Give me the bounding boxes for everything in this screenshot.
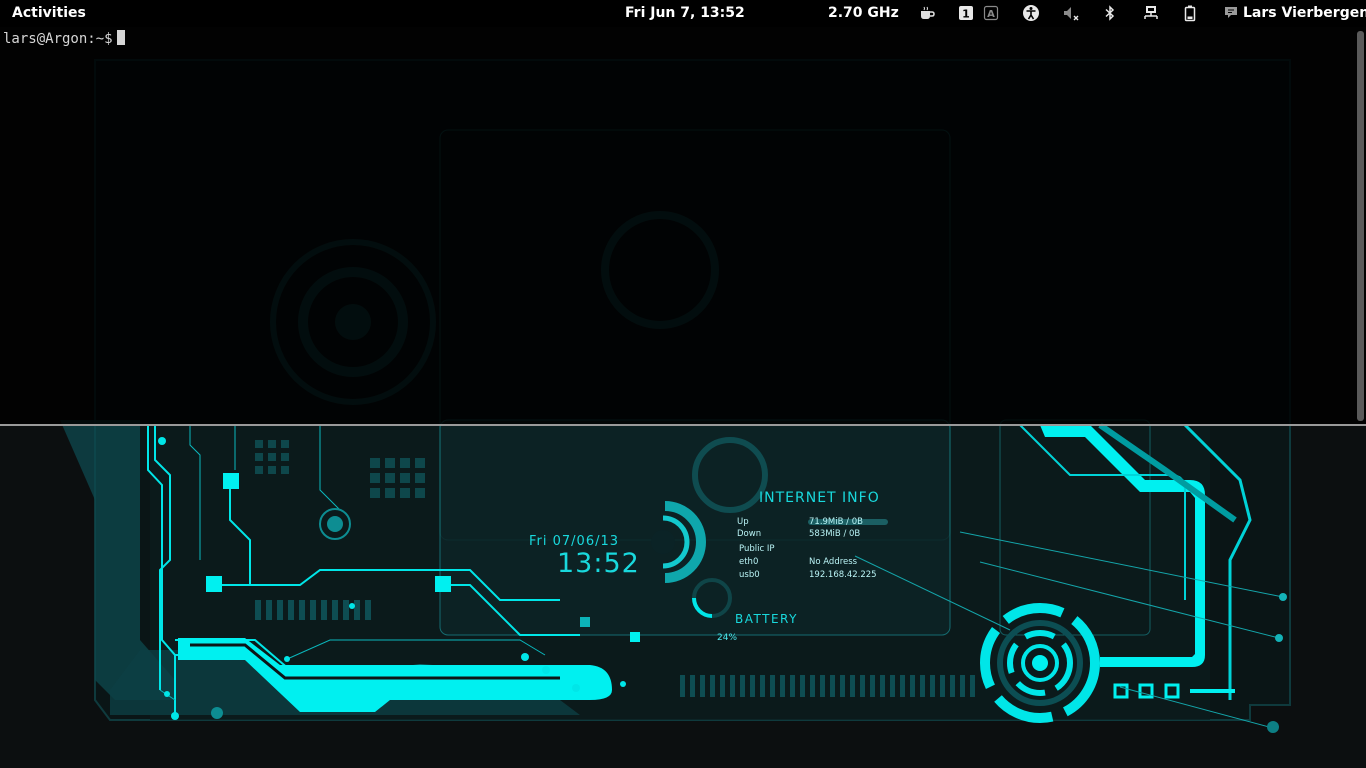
battery-icon[interactable] <box>1181 4 1199 22</box>
chat-status-icon <box>1224 5 1239 24</box>
battery-widget-title: BATTERY <box>735 612 798 626</box>
net-up-label: Up <box>737 517 749 527</box>
terminal-prompt-line[interactable]: lars@Argon:~$ <box>3 30 125 47</box>
panel-clock[interactable]: Fri Jun 7, 13:52 <box>625 5 745 21</box>
keyboard-layout-a-icon[interactable]: A <box>982 4 1000 22</box>
battery-widget-percent: 24% <box>717 633 738 643</box>
terminal-scrollbar[interactable] <box>1357 31 1364 421</box>
keyboard-layout-letter: A <box>987 9 995 20</box>
conky-clock-date: Fri 07/06/13 <box>529 534 620 549</box>
net-down-label: Down <box>737 529 762 539</box>
internet-info-title: INTERNET INFO <box>759 490 880 506</box>
net-public-ip-label: Public IP <box>739 544 775 554</box>
workspace-number: 1 <box>962 8 970 21</box>
coffee-cup-icon[interactable] <box>918 4 936 22</box>
activities-button[interactable]: Activities <box>12 5 86 21</box>
net-up-value: 71.9MiB / 0B <box>809 517 863 527</box>
net-down-value: 583MiB / 0B <box>809 529 861 539</box>
conky-clock-time: 13:52 <box>557 548 640 579</box>
volume-muted-icon[interactable] <box>1062 4 1080 22</box>
terminal-window[interactable]: lars@Argon:~$ <box>0 27 1366 425</box>
cpu-frequency-indicator[interactable]: 2.70 GHz <box>828 5 899 21</box>
terminal-cursor <box>116 30 125 45</box>
network-wired-icon[interactable] <box>1142 4 1160 22</box>
terminal-prompt: lars@Argon:~$ <box>3 31 113 47</box>
accessibility-icon[interactable] <box>1022 4 1040 22</box>
workspace-1-icon[interactable]: 1 <box>957 4 975 22</box>
terminal-bottom-border <box>0 424 1366 426</box>
net-usb0-value: 192.168.42.225 <box>809 570 877 580</box>
net-eth0-value: No Address <box>809 557 858 567</box>
top-panel: Activities Fri Jun 7, 13:52 2.70 GHz 1 A… <box>0 0 1366 27</box>
user-menu[interactable]: Lars Vierbergen <box>1224 5 1366 24</box>
net-usb0-label: usb0 <box>739 570 760 580</box>
user-name: Lars Vierbergen <box>1243 5 1366 21</box>
net-eth0-label: eth0 <box>739 557 759 567</box>
bluetooth-icon[interactable] <box>1101 4 1119 22</box>
